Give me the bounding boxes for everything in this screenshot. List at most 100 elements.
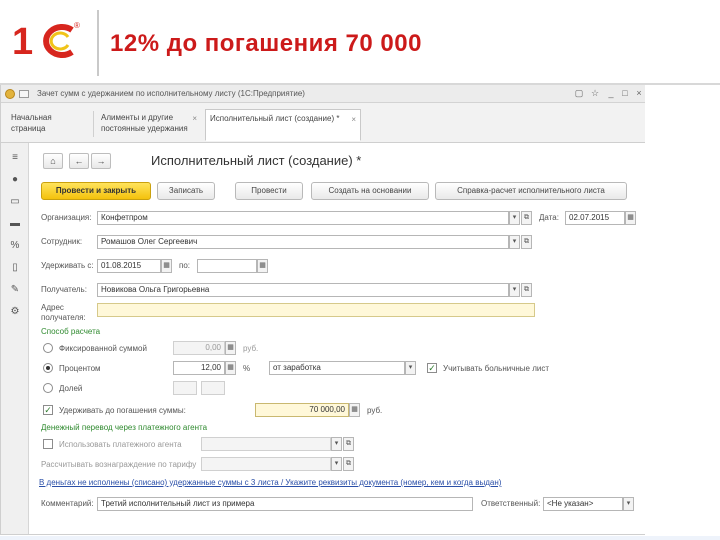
use-agent-label: Использовать платежного агента bbox=[59, 440, 182, 449]
sections-sidebar: ≡ ● ▭ ▬ % ▯ ✎ ⚙ bbox=[1, 143, 29, 534]
settings-icon[interactable]: ⚙ bbox=[8, 305, 22, 319]
1c-logo: 1 ® bbox=[12, 21, 80, 62]
calendar-icon[interactable]: ▦ bbox=[625, 211, 636, 225]
close-tab-icon[interactable]: × bbox=[192, 113, 197, 124]
reports-icon[interactable]: ▬ bbox=[8, 217, 22, 231]
dropdown-icon[interactable]: ▾ bbox=[623, 497, 634, 511]
recipient-field[interactable]: Новикова Ольга Григорьевна bbox=[97, 283, 509, 297]
svg-text:®: ® bbox=[74, 21, 80, 30]
calendar-icon[interactable]: ▦ bbox=[161, 259, 172, 273]
toolbar-icon[interactable] bbox=[19, 90, 29, 98]
date-field[interactable]: 02.07.2015 bbox=[565, 211, 625, 225]
percent-sign-label: % bbox=[243, 364, 251, 373]
percent-field[interactable]: 12,00 bbox=[173, 361, 225, 375]
fixed-sum-radio[interactable] bbox=[43, 343, 53, 353]
agent-field[interactable] bbox=[201, 437, 331, 451]
close-tab-icon[interactable]: × bbox=[351, 114, 356, 125]
post-and-close-button[interactable]: Провести и закрыть bbox=[41, 182, 151, 200]
comment-field[interactable]: Третий исполнительный лист из примера bbox=[97, 497, 473, 511]
history-icon[interactable]: ☆ bbox=[589, 88, 601, 100]
employee-field[interactable]: Ромашов Олег Сергеевич bbox=[97, 235, 509, 249]
hold-from-label: Удерживать с: bbox=[41, 261, 94, 270]
responsible-label: Ответственный: bbox=[481, 499, 541, 508]
save-button[interactable]: Записать bbox=[157, 182, 215, 200]
svg-text:1: 1 bbox=[12, 21, 33, 62]
open-icon[interactable]: ⧉ bbox=[521, 211, 532, 225]
dropdown-icon[interactable]: ▾ bbox=[405, 361, 416, 375]
documents-icon[interactable]: ▯ bbox=[8, 261, 22, 275]
use-agent-checkbox[interactable] bbox=[43, 439, 53, 449]
report-button[interactable]: Справка-расчет исполнительного листа bbox=[435, 182, 627, 200]
app-icon bbox=[5, 89, 15, 99]
money-transfer-section: Денежный перевод через платежного агента bbox=[41, 423, 208, 432]
calendar-icon[interactable]: ▦ bbox=[257, 259, 268, 273]
form-content: ⌂ ← → Исполнительный лист (создание) * П… bbox=[29, 143, 645, 534]
calculator-icon[interactable]: ▦ bbox=[225, 361, 236, 375]
tab-home[interactable]: Начальная страница bbox=[7, 109, 91, 141]
dropdown-icon[interactable]: ▾ bbox=[509, 235, 520, 249]
share-label: Долей bbox=[59, 384, 83, 393]
dropdown-icon[interactable]: ▾ bbox=[509, 283, 520, 297]
percent-icon[interactable]: % bbox=[8, 239, 22, 253]
tab-alimony[interactable]: Алименты и другие постоянные удержания × bbox=[97, 109, 201, 141]
open-icon[interactable]: ⧉ bbox=[343, 437, 354, 451]
window-titlebar: Зачет сумм с удержанием по исполнительно… bbox=[1, 85, 645, 103]
share-numerator-field[interactable] bbox=[173, 381, 197, 395]
calculator-icon[interactable]: ▦ bbox=[225, 341, 236, 355]
close-icon[interactable]: × bbox=[633, 88, 645, 100]
dropdown-icon[interactable]: ▾ bbox=[509, 211, 520, 225]
tabs-bar: Начальная страница Алименты и другие пос… bbox=[1, 103, 645, 143]
notification-icon[interactable]: ▢ bbox=[573, 88, 585, 100]
back-button[interactable]: ← bbox=[69, 153, 89, 169]
share-radio[interactable] bbox=[43, 383, 53, 393]
date-label: Дата: bbox=[539, 213, 559, 222]
menu-icon[interactable]: ≡ bbox=[8, 151, 22, 165]
post-button[interactable]: Провести bbox=[235, 182, 303, 200]
rub-label: руб. bbox=[243, 344, 259, 353]
create-based-on-button[interactable]: Создать на основании bbox=[311, 182, 429, 200]
responsible-field[interactable]: <Не указан> bbox=[543, 497, 623, 511]
calculator-icon[interactable]: ▦ bbox=[349, 403, 360, 417]
consider-sick-label: Учитывать больничные лист bbox=[443, 364, 550, 373]
dropdown-icon[interactable]: ▾ bbox=[331, 437, 342, 451]
fixed-sum-label: Фиксированной суммой bbox=[59, 344, 147, 353]
tab-writ[interactable]: Исполнительный лист (создание) * × bbox=[205, 109, 361, 141]
open-icon[interactable]: ⧉ bbox=[343, 457, 354, 471]
employees-icon[interactable]: ● bbox=[8, 173, 22, 187]
fixed-sum-field[interactable]: 0,00 bbox=[173, 341, 225, 355]
open-icon[interactable]: ⧉ bbox=[521, 235, 532, 249]
recipient-label: Получатель: bbox=[41, 285, 87, 294]
hold-to-field[interactable] bbox=[197, 259, 257, 273]
percent-label: Процентом bbox=[59, 364, 101, 373]
share-denominator-field[interactable] bbox=[201, 381, 225, 395]
hold-from-field[interactable]: 01.08.2015 bbox=[97, 259, 161, 273]
percent-basis-field[interactable]: от заработка bbox=[269, 361, 405, 375]
tools-icon[interactable]: ✎ bbox=[8, 283, 22, 297]
dropdown-icon[interactable]: ▾ bbox=[331, 457, 342, 471]
tab-separator bbox=[93, 111, 94, 137]
percent-radio[interactable] bbox=[43, 363, 53, 373]
payroll-icon[interactable]: ▭ bbox=[8, 195, 22, 209]
app-window: Зачет сумм с удержанием по исполнительно… bbox=[0, 85, 645, 535]
minimize-icon[interactable]: _ bbox=[605, 88, 617, 100]
form-title: Исполнительный лист (создание) * bbox=[151, 153, 362, 168]
consider-sick-checkbox[interactable]: ✓ bbox=[427, 363, 437, 373]
limit-checkbox[interactable]: ✓ bbox=[43, 405, 53, 415]
hold-to-label: по: bbox=[179, 261, 191, 270]
address-field[interactable] bbox=[97, 303, 535, 317]
home-button[interactable]: ⌂ bbox=[43, 153, 63, 169]
address-label: Адрес получателя: bbox=[41, 303, 86, 322]
organization-field[interactable]: Конфетпром bbox=[97, 211, 509, 225]
tariff-field[interactable] bbox=[201, 457, 331, 471]
calc-method-section: Способ расчета bbox=[41, 327, 101, 336]
open-icon[interactable]: ⧉ bbox=[521, 283, 532, 297]
limit-rub-label: руб. bbox=[367, 406, 383, 415]
organization-label: Организация: bbox=[41, 213, 92, 222]
forward-button[interactable]: → bbox=[91, 153, 111, 169]
limit-label: Удерживать до погашения суммы: bbox=[59, 406, 186, 415]
maximize-icon[interactable]: □ bbox=[619, 88, 631, 100]
tab-label: Алименты и другие постоянные удержания bbox=[101, 113, 188, 133]
limit-sum-field[interactable]: 70 000,00 bbox=[255, 403, 349, 417]
document-details-link[interactable]: В деньгах не исполнены (списано) удержан… bbox=[39, 478, 639, 487]
comment-label: Комментарий: bbox=[41, 499, 94, 508]
